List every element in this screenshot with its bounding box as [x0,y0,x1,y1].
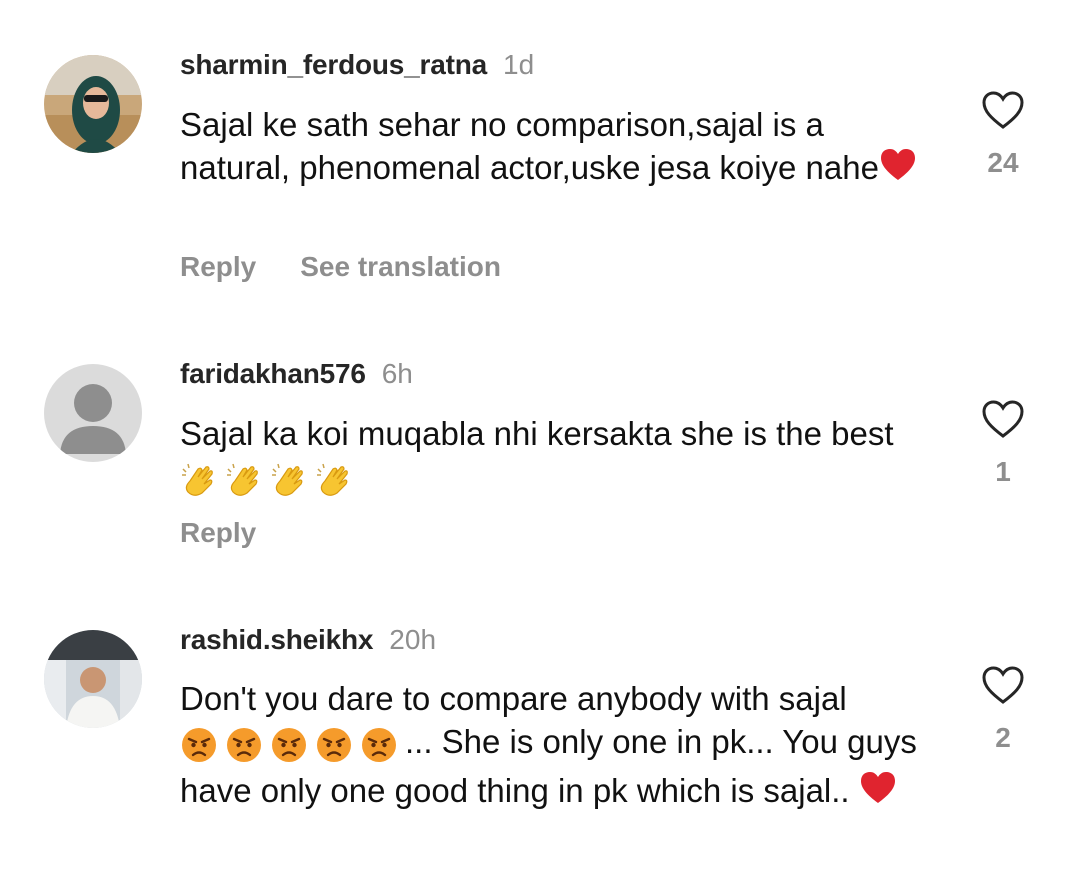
heart-outline-icon [982,666,1024,704]
like-button[interactable]: 24 [978,90,1028,180]
like-count: 2 [995,722,1011,753]
avatar[interactable] [44,364,142,462]
clapping-hands-icon [180,461,218,499]
angry-face-icon [225,726,263,764]
clapping-hands-icon [315,461,353,499]
comment-body: Sajal ke sath sehar no comparison,sajal … [180,106,879,186]
heart-outline-icon [982,91,1024,129]
default-avatar-icon [44,364,142,462]
comment-header: sharmin_ferdous_ratna 1d [180,48,534,82]
comment-actions: Reply [180,516,300,550]
emoji-group [180,726,405,769]
username[interactable]: sharmin_ferdous_ratna [180,49,487,80]
clapping-hands-icon [270,461,308,499]
like-count: 24 [987,147,1019,178]
comment-text: Sajal ke sath sehar no comparison,sajal … [180,103,940,189]
comment-text: Sajal ka koi muqabla nhi kersakta she is… [180,412,940,504]
username[interactable]: faridakhan576 [180,358,366,389]
clapping-hands-icon [225,461,263,499]
heart-outline-icon [982,400,1024,438]
comment-body-start: Don't you dare to compare anybody with s… [180,680,847,717]
red-heart-icon [879,146,917,184]
emoji-group [180,461,360,504]
timestamp: 1d [503,49,535,80]
avatar[interactable] [44,630,142,728]
angry-face-icon [270,726,308,764]
comment-header: rashid.sheikhx 20h [180,623,436,657]
comment-actions: Reply See translation [180,250,545,284]
username[interactable]: rashid.sheikhx [180,624,373,655]
comment-header: faridakhan576 6h [180,357,413,391]
like-button[interactable]: 2 [978,665,1028,755]
reply-button[interactable]: Reply [180,517,256,548]
angry-face-icon [360,726,398,764]
timestamp: 6h [381,358,413,389]
avatar-photo [44,630,142,728]
angry-face-icon [315,726,353,764]
avatar-photo [44,55,142,153]
red-heart-icon [859,769,897,807]
like-button[interactable]: 1 [978,399,1028,489]
reply-button[interactable]: Reply [180,251,256,282]
comment-body: Sajal ka koi muqabla nhi kersakta she is… [180,415,894,452]
angry-face-icon [180,726,218,764]
avatar[interactable] [44,55,142,153]
like-count: 1 [995,456,1011,487]
timestamp: 20h [389,624,437,655]
comment-text: Don't you dare to compare anybody with s… [180,677,940,812]
see-translation-button[interactable]: See translation [300,251,501,282]
